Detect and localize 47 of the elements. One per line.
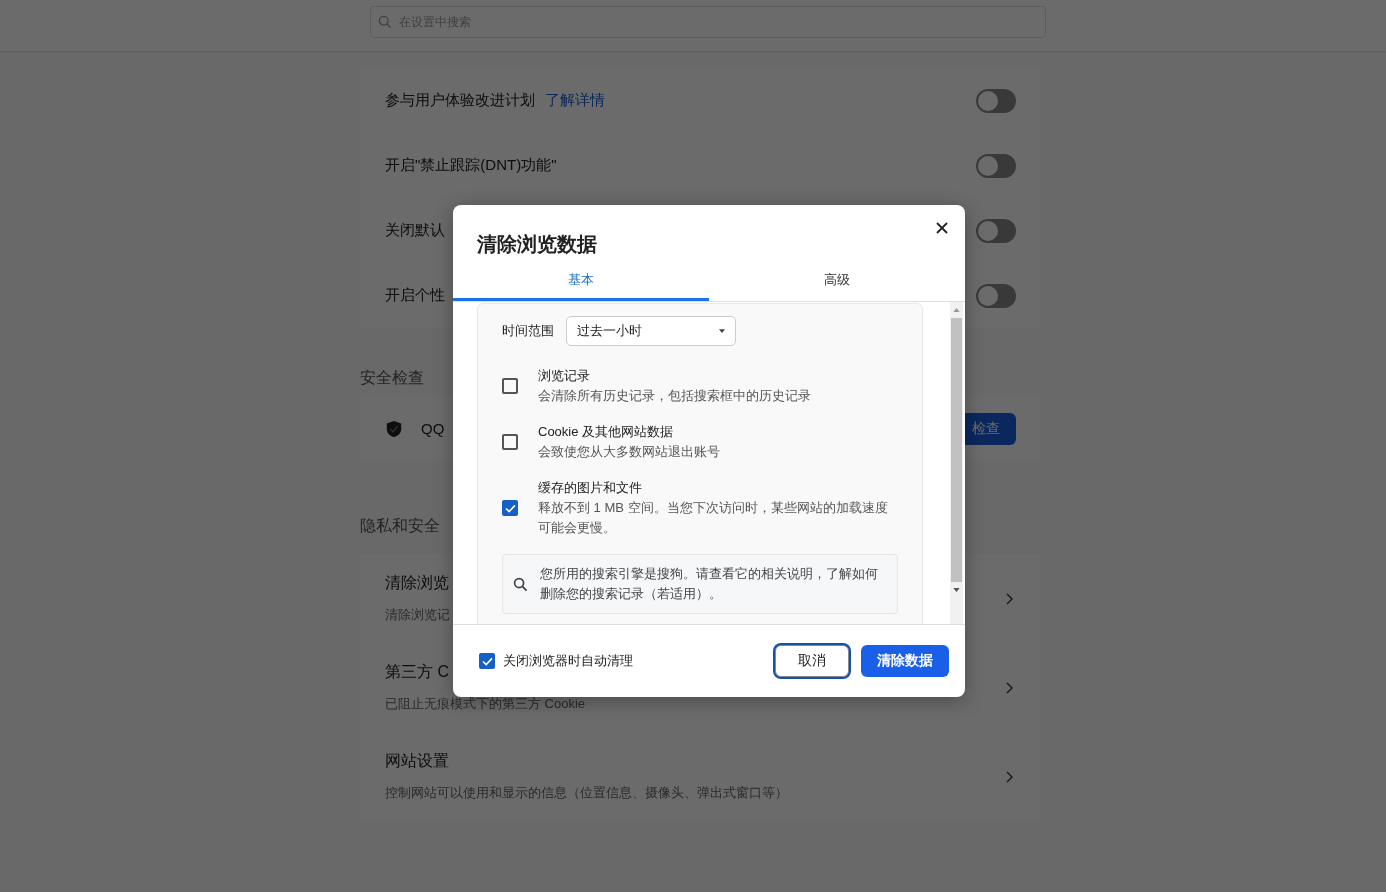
option-description: 释放不到 1 MB 空间。当您下次访问时，某些网站的加载速度可能会更慢。 xyxy=(538,499,889,537)
cancel-button[interactable]: 取消 xyxy=(775,645,849,677)
dialog-title: 清除浏览数据 xyxy=(477,232,597,257)
time-range-dropdown[interactable]: 过去一小时 xyxy=(566,316,736,346)
setting-label: 参与用户体验改进计划 xyxy=(385,91,535,110)
setting-label: 开启个性 xyxy=(385,286,445,305)
setting-label: QQ xyxy=(421,420,445,437)
setting-title: 第三方 C xyxy=(385,662,449,682)
clear-data-button[interactable]: 清除数据 xyxy=(861,645,949,677)
checkmark-icon xyxy=(504,503,516,513)
option-description: 会清除所有历史记录，包括搜索框中的历史记录 xyxy=(538,387,812,405)
checkbox-label: 关闭浏览器时自动清理 xyxy=(503,652,633,670)
chevron-right-icon xyxy=(1004,680,1014,695)
section-heading: 隐私和安全 xyxy=(360,516,440,536)
scroll-down-icon xyxy=(953,588,960,592)
option-description: 会致使您从大多数网站退出账号 xyxy=(538,443,721,461)
setting-label: 开启"禁止跟踪(DNT)功能" xyxy=(385,156,557,175)
search-icon xyxy=(513,576,528,592)
scrollbar-thumb[interactable] xyxy=(951,318,962,582)
search-icon xyxy=(378,15,392,29)
checkbox[interactable] xyxy=(502,500,518,516)
field-label: 时间范围 xyxy=(502,322,554,340)
shield-icon xyxy=(385,419,403,438)
scroll-up-icon xyxy=(953,308,960,312)
checkbox[interactable] xyxy=(502,378,518,394)
setting-title: 清除浏览 xyxy=(385,573,449,593)
close-icon xyxy=(935,221,949,235)
option-title: 浏览记录 xyxy=(538,367,591,385)
checkmark-icon xyxy=(481,656,493,666)
checkbox[interactable] xyxy=(502,434,518,450)
tab[interactable]: 高级 xyxy=(709,262,965,301)
setting-description: 清除浏览记 xyxy=(385,606,450,624)
notice-text: 您所用的搜索引擎是搜狗。请查看它的相关说明，了解如何删除您的搜索记录（若适用）。 xyxy=(540,565,879,603)
toggle-switch[interactable] xyxy=(976,153,1016,178)
section-heading: 安全检查 xyxy=(360,368,424,388)
setting-title: 网站设置 xyxy=(385,751,449,771)
toggle-switch[interactable] xyxy=(976,88,1016,113)
chevron-right-icon xyxy=(1004,591,1014,606)
learn-more-link[interactable]: 了解详情 xyxy=(545,91,605,110)
setting-label: 关闭默认 xyxy=(385,221,445,240)
toggle-switch[interactable] xyxy=(976,218,1016,243)
chevron-right-icon xyxy=(1004,769,1014,784)
option-title: 缓存的图片和文件 xyxy=(538,479,643,497)
toggle-switch[interactable] xyxy=(976,283,1016,308)
checkbox[interactable] xyxy=(479,653,495,669)
scrollbar[interactable] xyxy=(950,302,963,624)
option-title: Cookie 及其他网站数据 xyxy=(538,423,675,441)
